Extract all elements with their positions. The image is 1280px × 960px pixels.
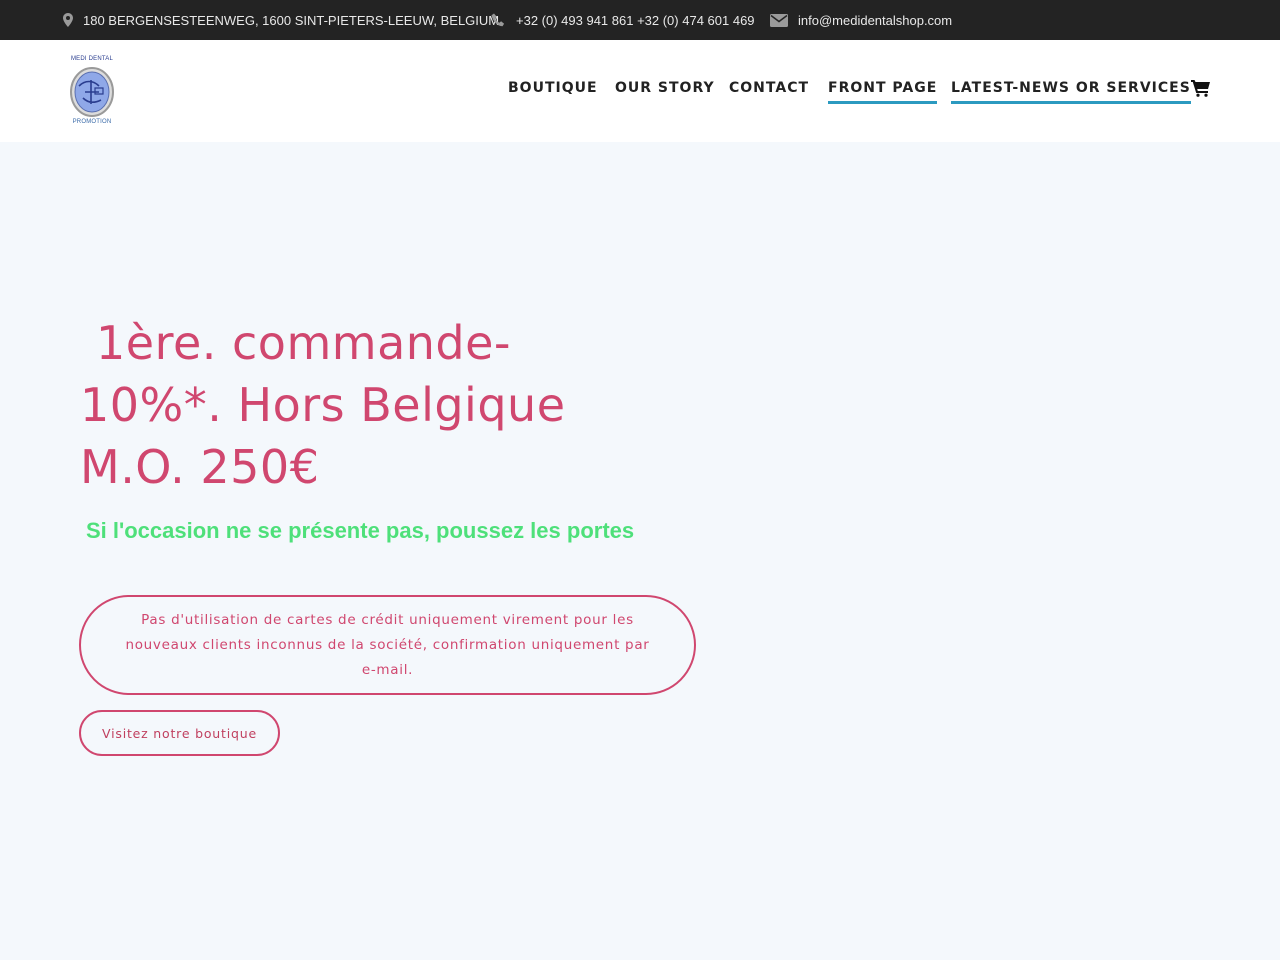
site-header: MEDI DENTAL PROMOTION BOUTIQUE OUR STORY… bbox=[0, 40, 1280, 142]
nav-contact[interactable]: CONTACT bbox=[729, 80, 809, 101]
nav-our-story[interactable]: OUR STORY bbox=[615, 80, 715, 101]
payment-notice-text: Pas d'utilisation de cartes de crédit un… bbox=[125, 611, 650, 678]
phone-item[interactable]: +32 (0) 493 941 861 +32 (0) 474 601 469 bbox=[491, 0, 755, 40]
phone-text[interactable]: +32 (0) 493 941 861 +32 (0) 474 601 469 bbox=[516, 13, 755, 28]
hero-title: 1ère. commande- 10%*. Hors Belgique M.O.… bbox=[80, 312, 680, 498]
address-text: 180 BERGENSESTEENWEG, 1600 SINT-PIETERS-… bbox=[83, 12, 500, 28]
hero-title-line-3: M.O. 250€ bbox=[80, 440, 320, 494]
address-item: 180 BERGENSESTEENWEG, 1600 SINT-PIETERS-… bbox=[63, 0, 499, 40]
nav-boutique[interactable]: BOUTIQUE bbox=[508, 80, 598, 101]
visit-shop-button[interactable]: Visitez notre boutique bbox=[79, 710, 280, 756]
site-logo[interactable]: MEDI DENTAL PROMOTION bbox=[64, 56, 120, 128]
email-text[interactable]: info@medidentalshop.com bbox=[798, 13, 952, 28]
logo-bottom-text: PROMOTION bbox=[72, 119, 112, 125]
email-item[interactable]: info@medidentalshop.com bbox=[770, 0, 952, 40]
shopping-cart-icon[interactable] bbox=[1191, 79, 1211, 97]
hero-title-line-1: 1ère. commande- bbox=[96, 316, 512, 370]
hero-title-line-2: 10%*. Hors Belgique bbox=[80, 378, 566, 432]
nav-front-page[interactable]: FRONT PAGE bbox=[828, 80, 938, 104]
logo-top-text: MEDI DENTAL bbox=[70, 56, 114, 62]
map-marker-icon bbox=[63, 13, 73, 27]
payment-notice-box: Pas d'utilisation de cartes de crédit un… bbox=[79, 595, 696, 695]
top-info-bar: 180 BERGENSESTEENWEG, 1600 SINT-PIETERS-… bbox=[0, 0, 1280, 40]
hero-subtitle: Si l'occasion ne se présente pas, pousse… bbox=[86, 518, 635, 543]
logo-emblem-icon bbox=[70, 67, 114, 117]
envelope-icon bbox=[770, 13, 788, 27]
phone-icon bbox=[491, 13, 505, 26]
nav-latest-news-services[interactable]: LATEST-NEWS OR SERVICES bbox=[951, 80, 1191, 104]
